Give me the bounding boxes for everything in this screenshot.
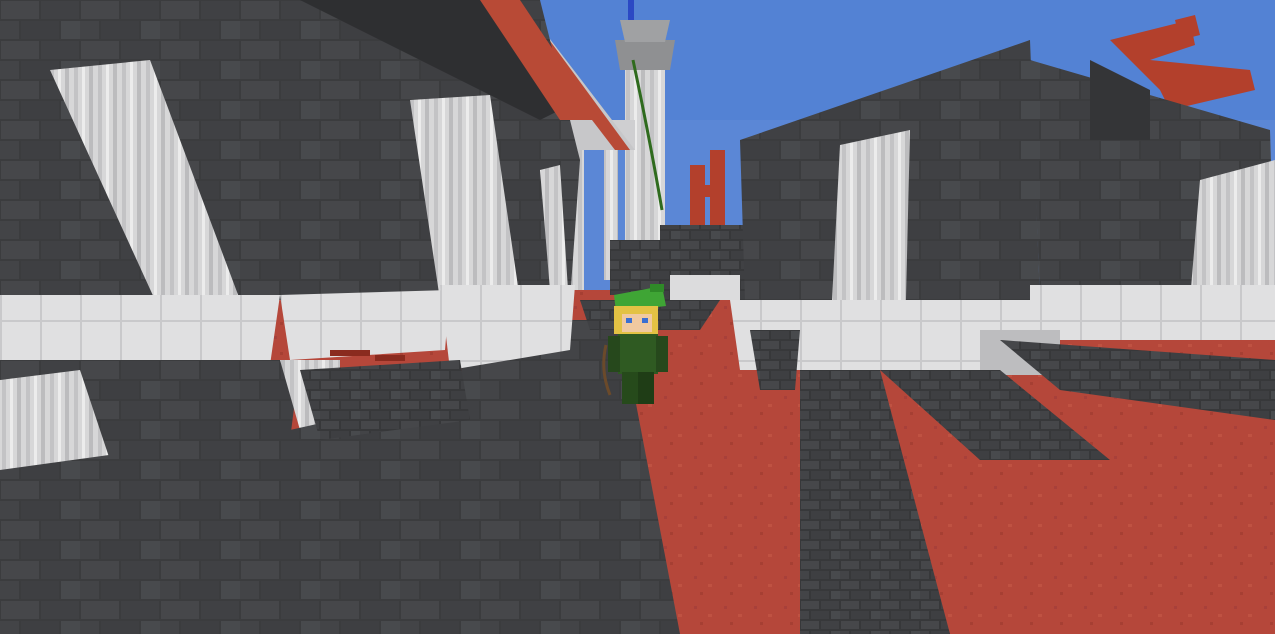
game-viewport[interactable] [0,0,1275,634]
world-render [0,0,1275,634]
